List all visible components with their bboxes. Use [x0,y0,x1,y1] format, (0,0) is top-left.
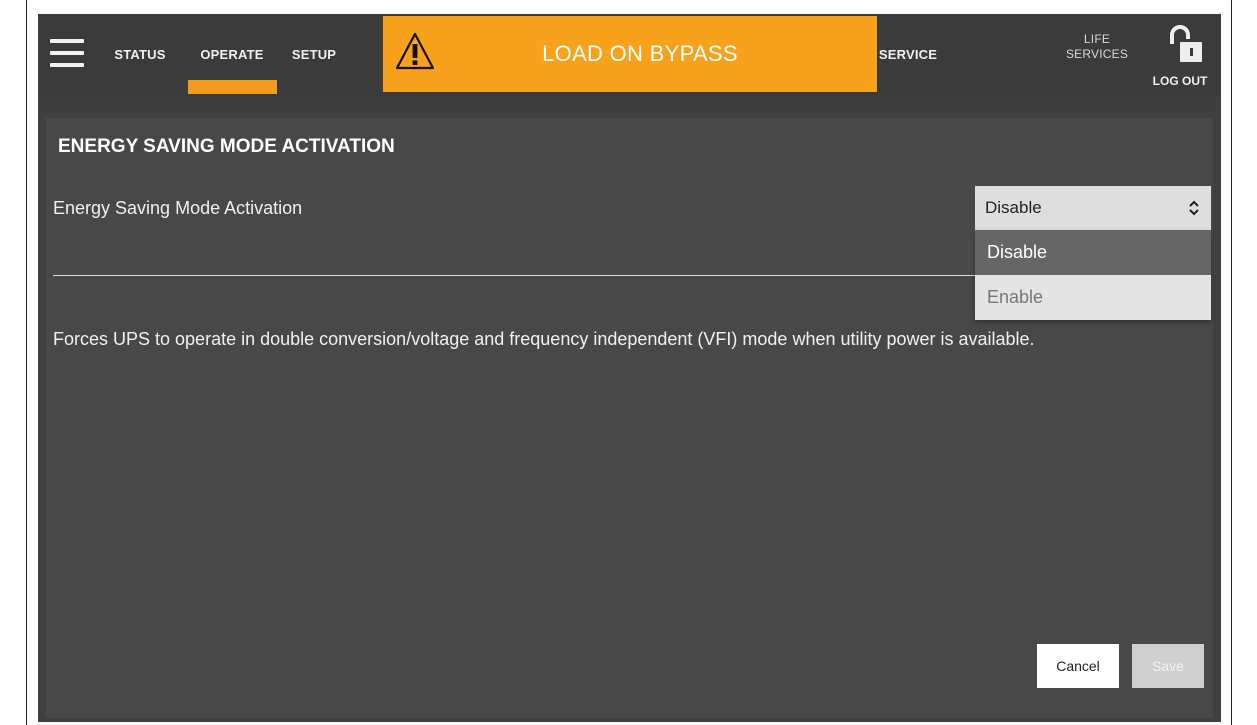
life-services-label-line2: SERVICES [1065,47,1129,61]
unlock-icon [1170,25,1202,62]
save-button[interactable]: Save [1132,644,1204,688]
setting-label: Energy Saving Mode Activation [53,198,303,218]
tab-operate-label: OPERATE [200,46,264,62]
tab-life-services[interactable]: LIFE SERVICES [1053,14,1141,96]
logout-label: LOG OUT [1152,74,1208,88]
energy-saving-select[interactable]: Disable [975,186,1211,230]
alarm-banner[interactable]: LOAD ON BYPASS [383,16,877,92]
divider [53,275,978,276]
ups-screen: STATUS OPERATE SETUP LOAD ON BYPASS SERV… [38,14,1221,722]
tab-status[interactable]: STATUS [104,14,176,96]
select-arrows-icon [1189,200,1199,216]
page-title: ENERGY SAVING MODE ACTIVATION [58,136,395,157]
tab-service-label: SERVICE [878,46,938,62]
select-dropdown: Disable Enable [975,230,1211,320]
tab-status-label: STATUS [114,46,166,62]
top-nav-bar: STATUS OPERATE SETUP LOAD ON BYPASS SERV… [38,14,1221,96]
setting-description: Forces UPS to operate in double conversi… [53,329,1035,349]
settings-panel: ENERGY SAVING MODE ACTIVATION Energy Sav… [46,118,1213,718]
option-enable[interactable]: Enable [975,275,1211,320]
option-disable[interactable]: Disable [975,230,1211,275]
select-value: Disable [985,198,1042,217]
tab-setup[interactable]: SETUP [284,14,344,96]
tab-setup-label: SETUP [291,46,337,62]
alarm-text: LOAD ON BYPASS [542,41,738,66]
life-services-label-line1: LIFE [1083,32,1111,46]
tab-service[interactable]: SERVICE [868,14,948,96]
logout-button[interactable]: LOG OUT [1142,14,1218,96]
menu-icon[interactable] [50,39,84,67]
active-tab-indicator [188,80,277,94]
cancel-button[interactable]: Cancel [1037,644,1119,688]
